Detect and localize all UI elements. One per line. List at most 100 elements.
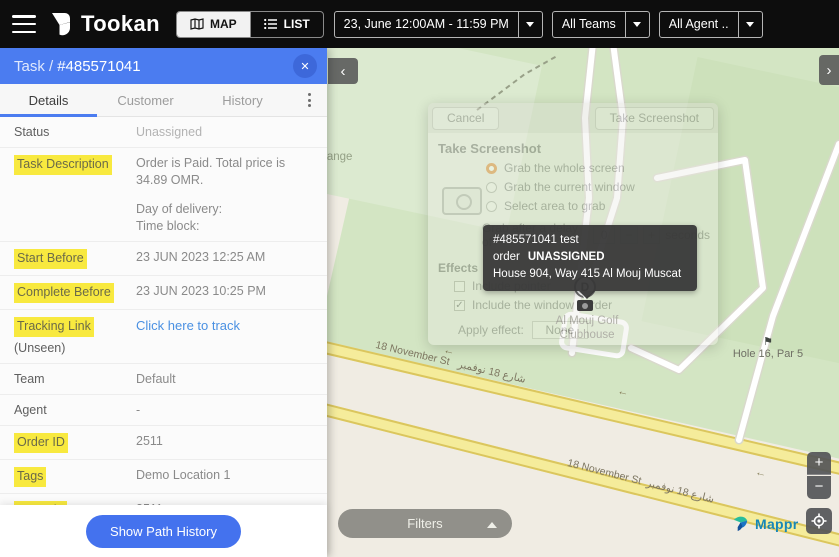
tracking-unseen-label: (Unseen) [14, 340, 136, 357]
tab-history[interactable]: History [194, 84, 291, 116]
radio-selected-icon [486, 163, 497, 174]
brand: Tookan [48, 11, 160, 37]
tookan-logo-icon [48, 11, 74, 37]
start-before-value: 23 JUN 2023 12:25 AM [136, 249, 265, 269]
checkbox-icon [454, 281, 465, 292]
screenshot-dialog-heading: Take Screenshot [438, 141, 708, 156]
view-toggle: MAP LIST [176, 11, 324, 38]
task-detail-panel: Task /#485571041 Details Customer Histor… [0, 48, 327, 557]
menu-icon[interactable] [12, 15, 36, 33]
map-view-button[interactable]: MAP [177, 12, 250, 37]
field-row-tracking-link: Tracking Link (Unseen) Click here to tra… [0, 310, 327, 364]
map-canvas[interactable]: range 18 November St شارع 18 نوفمبر 18 N… [327, 48, 839, 557]
map-icon [190, 18, 204, 30]
field-row-team: Team Default [0, 364, 327, 395]
filters-button[interactable]: Filters [338, 509, 512, 538]
task-id: #485571041 [57, 58, 140, 75]
take-screenshot-button[interactable]: Take Screenshot [595, 107, 714, 130]
radio-grab-current-window[interactable]: Grab the current window [486, 180, 708, 194]
field-row-barcode: Barcode 2511 [0, 494, 327, 505]
team-value: Default [136, 371, 176, 388]
apply-effect-select[interactable]: None [532, 321, 588, 339]
map-attribution[interactable]: Mappr [732, 514, 799, 533]
kebab-menu-icon[interactable] [291, 84, 327, 116]
target-icon [811, 513, 827, 529]
checkbox-checked-icon: ✓ [454, 300, 465, 311]
task-panel-footer: Show Path History [0, 505, 327, 557]
tooltip-status-badge: UNASSIGNED [528, 251, 605, 263]
date-range-dropdown[interactable]: 23, June 12:00AM - 11:59 PM [334, 11, 543, 38]
screenshot-dialog-titlebar: Cancel Take Screenshot [428, 103, 718, 133]
task-tabs: Details Customer History [0, 84, 327, 117]
close-icon[interactable] [293, 54, 317, 78]
description-value: Order is Paid. Total price is 34.89 OMR.… [136, 155, 313, 235]
radio-grab-whole-screen[interactable]: Grab the whole screen [486, 161, 708, 175]
tracking-link[interactable]: Click here to track [136, 318, 240, 333]
teams-dropdown[interactable]: All Teams [552, 11, 650, 38]
field-row-agent: Agent - [0, 395, 327, 426]
tooltip-address: House 904, Way 415 Al Mouj Muscat [493, 266, 687, 283]
field-row-complete-before: Complete Before 23 JUN 2023 10:25 PM [0, 276, 327, 310]
list-icon [264, 18, 278, 30]
agent-value: - [136, 402, 140, 419]
field-row-status: Status Unassigned [0, 117, 327, 148]
order-id-value: 2511 [136, 433, 163, 453]
agents-dropdown[interactable]: All Agent .. [659, 11, 763, 38]
field-row-start-before: Start Before 23 JUN 2023 12:25 AM [0, 242, 327, 276]
complete-before-value: 23 JUN 2023 10:25 PM [136, 283, 266, 303]
teams-value: All Teams [553, 17, 625, 31]
map-view-label: MAP [210, 17, 237, 31]
chevron-down-icon [518, 12, 542, 37]
task-panel-header: Task /#485571041 [0, 48, 327, 84]
brand-name: Tookan [81, 11, 160, 37]
camera-icon [442, 187, 482, 215]
task-title-prefix: Task / [14, 58, 53, 75]
start-before-label: Start Before [14, 249, 87, 269]
hole-map-label: ⚑ Hole 16, Par 5 [725, 337, 811, 360]
agent-label: Agent [14, 402, 136, 419]
tags-value: Demo Location 1 [136, 467, 231, 487]
radio-icon [486, 201, 497, 212]
description-label: Task Description [14, 155, 112, 175]
field-row-description: Task Description Order is Paid. Total pr… [0, 148, 327, 242]
task-fields: Status Unassigned Task Description Order… [0, 117, 327, 505]
task-map-tooltip: #485571041 test orderUNASSIGNED House 90… [483, 225, 697, 291]
golf-flag-icon: ⚑ [725, 337, 811, 348]
chevron-down-icon [738, 12, 762, 37]
screenshot-cancel-button[interactable]: Cancel [432, 107, 499, 130]
top-header: Tookan MAP LIST 23, June 12:00AM - 11:59… [0, 0, 839, 48]
filters-label: Filters [407, 516, 442, 531]
status-label: Status [14, 124, 136, 141]
zoom-in-button[interactable]: + [807, 452, 831, 475]
mappr-logo-text: Mappr [755, 516, 799, 532]
pan-left-button[interactable] [328, 58, 358, 84]
range-map-label: range [327, 151, 352, 163]
complete-before-label: Complete Before [14, 283, 114, 303]
marker-camera-icon [577, 300, 593, 311]
chevron-down-icon [625, 12, 649, 37]
tab-details[interactable]: Details [0, 84, 97, 116]
date-range-value: 23, June 12:00AM - 11:59 PM [335, 17, 518, 31]
radio-icon [486, 182, 497, 193]
list-view-button[interactable]: LIST [250, 12, 323, 37]
radio-select-area[interactable]: Select area to grab [486, 199, 708, 213]
agents-value: All Agent .. [660, 17, 738, 31]
tab-customer[interactable]: Customer [97, 84, 194, 116]
locate-target-button[interactable] [806, 508, 832, 534]
screenshot-dialog-ghost: Cancel Take Screenshot Take Screenshot G… [428, 103, 718, 345]
zoom-out-button[interactable]: − [807, 476, 831, 499]
list-view-label: LIST [284, 17, 310, 31]
tags-label: Tags [14, 467, 46, 487]
tracking-link-label: Tracking Link [14, 317, 94, 337]
show-path-history-button[interactable]: Show Path History [86, 515, 241, 548]
task-title: Task /#485571041 [14, 58, 141, 75]
order-id-label: Order ID [14, 433, 68, 453]
pan-right-button[interactable] [819, 55, 839, 85]
chevron-up-icon [487, 517, 497, 528]
apply-effect-row: Apply effect: None [458, 321, 708, 339]
tookan-app: Tookan MAP LIST 23, June 12:00AM - 11:59… [0, 0, 839, 557]
field-row-order-id: Order ID 2511 [0, 426, 327, 460]
status-value: Unassigned [136, 124, 202, 141]
mappr-bird-icon [732, 514, 751, 533]
field-row-tags: Tags Demo Location 1 [0, 460, 327, 494]
